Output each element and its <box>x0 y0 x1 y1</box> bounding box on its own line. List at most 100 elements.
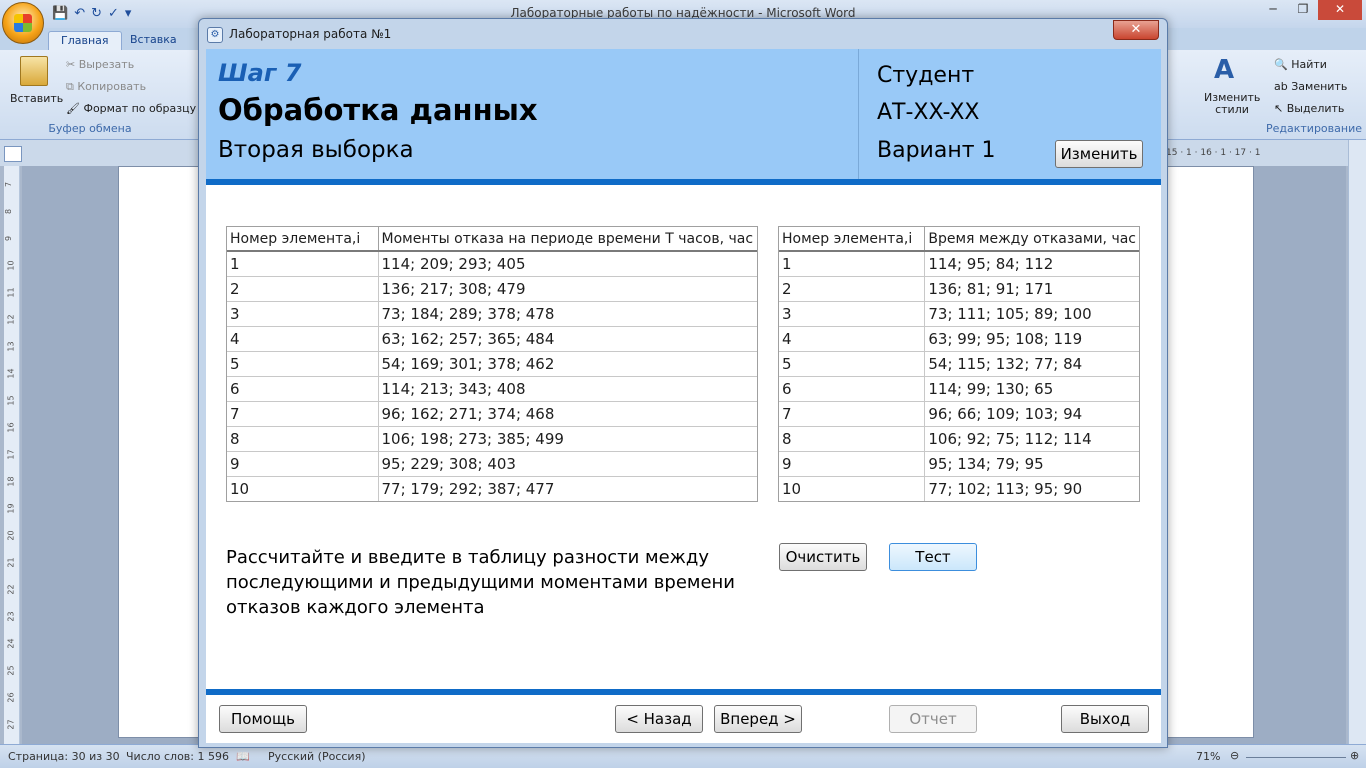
table-row[interactable]: 10 77; 179; 292; 387; 477 <box>227 476 757 501</box>
column-header[interactable]: Время между отказами, час <box>924 227 1139 252</box>
values-cell[interactable]: 136; 217; 308; 479 <box>378 276 757 302</box>
element-number-cell[interactable]: 1 <box>779 251 926 277</box>
status-page[interactable]: Страница: 30 из 30 <box>8 750 120 763</box>
values-cell[interactable]: 54; 115; 132; 77; 84 <box>924 351 1139 377</box>
element-number-cell[interactable]: 6 <box>227 376 379 402</box>
table-row[interactable]: 1 114; 95; 84; 112 <box>779 251 1139 277</box>
zoom-in-icon[interactable]: ⊕ <box>1350 749 1359 762</box>
values-cell[interactable]: 63; 162; 257; 365; 484 <box>378 326 757 352</box>
spellcheck-icon[interactable]: ✓ <box>108 6 119 21</box>
table-row[interactable]: 7 96; 162; 271; 374; 468 <box>227 401 757 427</box>
table-row[interactable]: 6 114; 213; 343; 408 <box>227 376 757 402</box>
column-header[interactable]: Номер элемента,i <box>227 227 379 252</box>
tab-home[interactable]: Главная <box>48 31 122 50</box>
element-number-cell[interactable]: 4 <box>779 326 926 352</box>
table-row[interactable]: 5 54; 115; 132; 77; 84 <box>779 351 1139 377</box>
dialog-close-icon[interactable]: ✕ <box>1113 20 1159 40</box>
redo-icon[interactable]: ↻ <box>91 6 102 21</box>
paste-button[interactable]: Вставить <box>10 92 63 105</box>
table-row[interactable]: 4 63; 99; 95; 108; 119 <box>779 326 1139 352</box>
table-row[interactable]: 8 106; 198; 273; 385; 499 <box>227 426 757 452</box>
tab-selector[interactable] <box>4 146 22 162</box>
table-row[interactable]: 2 136; 217; 308; 479 <box>227 276 757 302</box>
element-number-cell[interactable]: 3 <box>779 301 926 327</box>
values-cell[interactable]: 77; 102; 113; 95; 90 <box>925 476 1139 501</box>
element-number-cell[interactable]: 9 <box>227 451 379 477</box>
element-number-cell[interactable]: 10 <box>779 476 926 501</box>
element-number-cell[interactable]: 8 <box>779 426 926 452</box>
report-button[interactable]: Отчет <box>889 705 977 733</box>
table-row[interactable]: 7 96; 66; 109; 103; 94 <box>779 401 1139 427</box>
table-row[interactable]: 3 73; 184; 289; 378; 478 <box>227 301 757 327</box>
element-number-cell[interactable]: 10 <box>227 476 379 501</box>
element-number-cell[interactable]: 5 <box>779 351 926 377</box>
styles-icon[interactable]: A <box>1214 56 1242 86</box>
failure-moments-table[interactable]: Номер элемента,i Моменты отказа на период… <box>226 226 758 502</box>
element-number-cell[interactable]: 8 <box>227 426 379 452</box>
column-header[interactable]: Моменты отказа на периоде времени Т часо… <box>378 227 757 252</box>
table-row[interactable]: 2 136; 81; 91; 171 <box>779 276 1139 302</box>
spellcheck-status-icon[interactable]: 📖 <box>236 750 250 763</box>
change-styles-button[interactable]: Изменить стили <box>1204 92 1260 116</box>
element-number-cell[interactable]: 3 <box>227 301 379 327</box>
values-cell[interactable]: 136; 81; 91; 171 <box>924 276 1139 302</box>
help-button[interactable]: Помощь <box>219 705 307 733</box>
element-number-cell[interactable]: 5 <box>227 351 379 377</box>
values-cell[interactable]: 106; 92; 75; 112; 114 <box>924 426 1139 452</box>
tab-insert[interactable]: Вставка <box>118 31 189 50</box>
values-cell[interactable]: 63; 99; 95; 108; 119 <box>924 326 1139 352</box>
clear-button[interactable]: Очистить <box>779 543 867 571</box>
table-row[interactable]: 9 95; 229; 308; 403 <box>227 451 757 477</box>
table-row[interactable]: 9 95; 134; 79; 95 <box>779 451 1139 477</box>
format-painter-button[interactable]: 🖌 Формат по образцу <box>66 102 196 115</box>
find-button[interactable]: 🔍 Найти <box>1274 58 1327 71</box>
paste-icon[interactable] <box>20 56 48 86</box>
values-cell[interactable]: 54; 169; 301; 378; 462 <box>378 351 757 377</box>
element-number-cell[interactable]: 7 <box>227 401 379 427</box>
status-zoom[interactable]: 71% <box>1196 750 1220 763</box>
values-cell[interactable]: 114; 209; 293; 405 <box>378 251 757 277</box>
values-cell[interactable]: 95; 134; 79; 95 <box>924 451 1139 477</box>
office-button[interactable] <box>2 2 44 44</box>
status-language[interactable]: Русский (Россия) <box>268 750 366 763</box>
element-number-cell[interactable]: 4 <box>227 326 379 352</box>
values-cell[interactable]: 106; 198; 273; 385; 499 <box>378 426 757 452</box>
element-number-cell[interactable]: 9 <box>779 451 926 477</box>
element-number-cell[interactable]: 1 <box>227 251 379 277</box>
replace-button[interactable]: ab Заменить <box>1274 80 1347 93</box>
cut-button[interactable]: ✂ Вырезать <box>66 58 134 71</box>
qat-customize-icon[interactable]: ▾ <box>125 6 132 21</box>
copy-button[interactable]: ⧉ Копировать <box>66 80 146 94</box>
element-number-cell[interactable]: 2 <box>779 276 926 302</box>
values-cell[interactable]: 73; 184; 289; 378; 478 <box>378 301 757 327</box>
zoom-slider[interactable] <box>1246 757 1346 758</box>
back-button[interactable]: < Назад <box>615 705 703 733</box>
status-words[interactable]: Число слов: 1 596 <box>126 750 229 763</box>
values-cell[interactable]: 96; 66; 109; 103; 94 <box>924 401 1139 427</box>
column-header[interactable]: Номер элемента,i <box>779 227 926 252</box>
table-row[interactable]: 1 114; 209; 293; 405 <box>227 251 757 277</box>
select-button[interactable]: ↖ Выделить <box>1274 102 1344 115</box>
time-between-failures-table[interactable]: Номер элемента,i Время между отказами, ча… <box>778 226 1140 502</box>
element-number-cell[interactable]: 2 <box>227 276 379 302</box>
values-cell[interactable]: 114; 95; 84; 112 <box>924 251 1139 277</box>
zoom-out-icon[interactable]: ⊖ <box>1230 749 1239 762</box>
exit-button[interactable]: Выход <box>1061 705 1149 733</box>
values-cell[interactable]: 96; 162; 271; 374; 468 <box>378 401 757 427</box>
table-row[interactable]: 6 114; 99; 130; 65 <box>779 376 1139 402</box>
change-button[interactable]: Изменить <box>1055 140 1143 168</box>
element-number-cell[interactable]: 7 <box>779 401 926 427</box>
table-row[interactable]: 3 73; 111; 105; 89; 100 <box>779 301 1139 327</box>
save-icon[interactable]: 💾 <box>52 6 68 21</box>
table-row[interactable]: 10 77; 102; 113; 95; 90 <box>779 476 1139 501</box>
restore-icon[interactable]: ❐ <box>1288 0 1318 20</box>
table-row[interactable]: 5 54; 169; 301; 378; 462 <box>227 351 757 377</box>
values-cell[interactable]: 114; 99; 130; 65 <box>924 376 1139 402</box>
values-cell[interactable]: 114; 213; 343; 408 <box>378 376 757 402</box>
minimize-icon[interactable]: ─ <box>1258 0 1288 20</box>
values-cell[interactable]: 73; 111; 105; 89; 100 <box>924 301 1139 327</box>
test-button[interactable]: Тест <box>889 543 977 571</box>
table-row[interactable]: 8 106; 92; 75; 112; 114 <box>779 426 1139 452</box>
vertical-scrollbar[interactable] <box>1348 140 1366 744</box>
values-cell[interactable]: 95; 229; 308; 403 <box>378 451 757 477</box>
